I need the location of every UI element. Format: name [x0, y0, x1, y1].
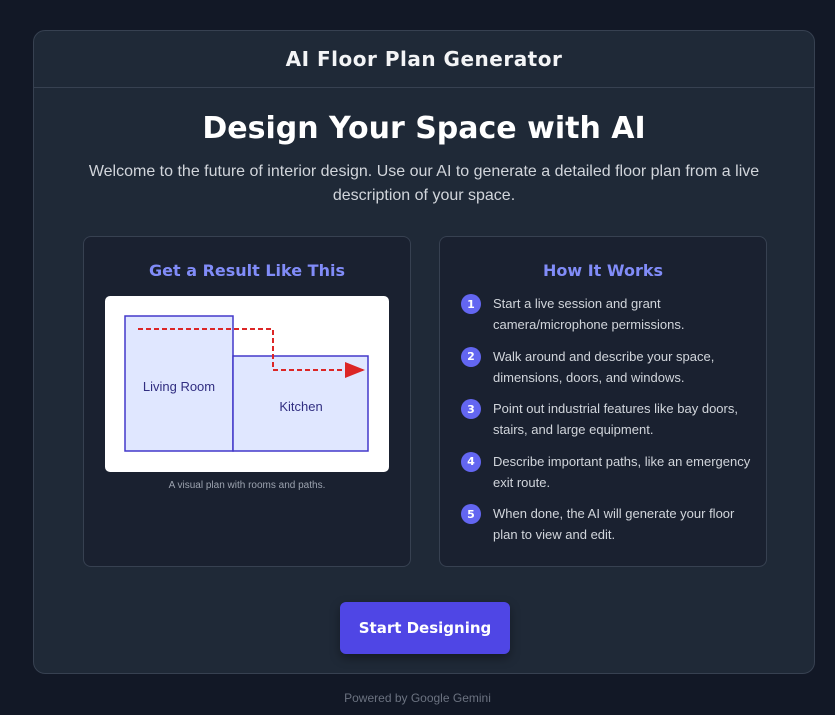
steps-list: 1 Start a live session and grant camera/…: [461, 293, 751, 556]
step-text: Describe important paths, like an emerge…: [493, 453, 751, 490]
step-text: When done, the AI will generate your flo…: [493, 506, 735, 542]
living-room-label: Living Room: [143, 379, 215, 394]
how-it-works-title: How It Works: [542, 261, 664, 280]
floor-plan-svg: Living Room Kitchen: [124, 315, 369, 452]
step-number-badge: 3: [461, 399, 481, 419]
powered-by-footer: Powered by Google Gemini: [344, 691, 491, 705]
step-item: 4 Describe important paths, like an emer…: [461, 451, 751, 504]
step-text: Point out industrial features like bay d…: [493, 401, 738, 437]
example-panel-title: Get a Result Like This: [149, 261, 345, 280]
step-item: 5 When done, the AI will generate your f…: [461, 503, 751, 556]
start-designing-button[interactable]: Start Designing: [340, 602, 510, 654]
step-number-badge: 4: [461, 451, 481, 472]
example-panel: Get a Result Like This Living Room Kitch…: [83, 236, 411, 567]
floor-plan-caption: A visual plan with rooms and paths.: [168, 480, 326, 491]
card-header: AI Floor Plan Generator: [34, 31, 814, 88]
hero-title: Design Your Space with AI: [202, 111, 646, 146]
step-item: 3 Point out industrial features like bay…: [461, 398, 751, 451]
step-item: 1 Start a live session and grant camera/…: [461, 293, 751, 346]
main-card: AI Floor Plan Generator Design Your Spac…: [33, 30, 815, 674]
step-text: Start a live session and grant camera/mi…: [493, 296, 685, 332]
step-number-badge: 5: [461, 504, 481, 524]
step-item: 2 Walk around and describe your space, d…: [461, 346, 751, 399]
how-it-works-panel: How It Works 1 Start a live session and …: [439, 236, 767, 567]
floor-plan-preview: Living Room Kitchen: [105, 296, 389, 472]
kitchen-label: Kitchen: [279, 399, 322, 414]
app-title: AI Floor Plan Generator: [285, 47, 563, 71]
hero-subtitle: Welcome to the future of interior design…: [88, 163, 760, 204]
step-text: Walk around and describe your space, dim…: [493, 348, 715, 385]
step-number-badge: 2: [461, 346, 481, 367]
step-number-badge: 1: [461, 294, 481, 314]
